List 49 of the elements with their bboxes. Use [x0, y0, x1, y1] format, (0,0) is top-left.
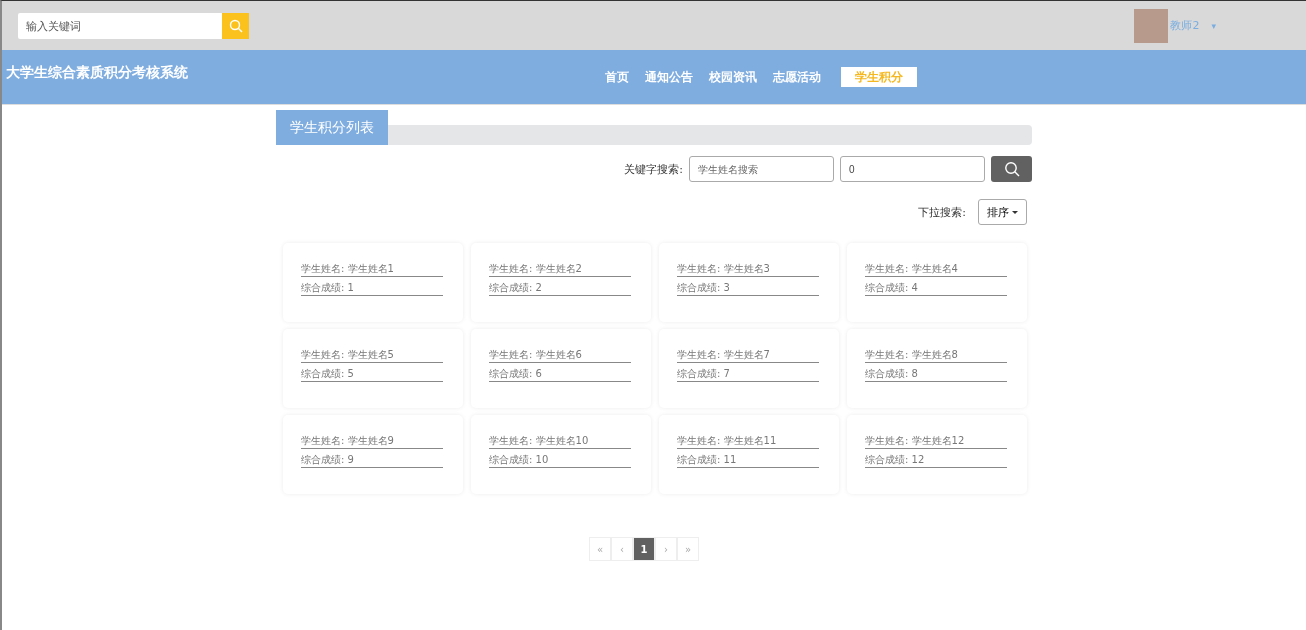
student-card[interactable]: 学生姓名: 学生姓名7 综合成绩: 7 — [659, 329, 839, 408]
card-text: 学生姓名: 学生姓名10 — [489, 434, 631, 449]
card-text: 学生姓名: 学生姓名4 — [865, 262, 1007, 277]
card-text: 综合成绩: 3 — [677, 281, 819, 296]
card-text: 综合成绩: 5 — [301, 367, 443, 382]
card-text: 学生姓名: 学生姓名11 — [677, 434, 819, 449]
card-text: 综合成绩: 2 — [489, 281, 631, 296]
card-text: 学生姓名: 学生姓名7 — [677, 348, 819, 363]
card-text: 综合成绩: 7 — [677, 367, 819, 382]
panel-title: 学生积分列表 — [276, 110, 388, 145]
dropdown-label: 下拉搜索: — [918, 204, 966, 220]
card-text: 学生姓名: 学生姓名9 — [301, 434, 443, 449]
card-text: 学生姓名: 学生姓名1 — [301, 262, 443, 277]
student-card[interactable]: 学生姓名: 学生姓名4 综合成绩: 4 — [847, 243, 1027, 322]
card-text: 学生姓名: 学生姓名2 — [489, 262, 631, 277]
student-card[interactable]: 学生姓名: 学生姓名9 综合成绩: 9 — [283, 415, 463, 494]
student-card[interactable]: 学生姓名: 学生姓名6 综合成绩: 6 — [471, 329, 651, 408]
student-card[interactable]: 学生姓名: 学生姓名5 综合成绩: 5 — [283, 329, 463, 408]
card-text: 综合成绩: 12 — [865, 453, 1007, 468]
card-text: 学生姓名: 学生姓名3 — [677, 262, 819, 277]
card-text: 综合成绩: 9 — [301, 453, 443, 468]
page-link[interactable]: 1 — [633, 537, 655, 561]
student-card[interactable]: 学生姓名: 学生姓名11 综合成绩: 11 — [659, 415, 839, 494]
student-card[interactable]: 学生姓名: 学生姓名10 综合成绩: 10 — [471, 415, 651, 494]
search-field[interactable]: 输入关键词 — [18, 12, 222, 39]
card-text: 综合成绩: 6 — [489, 367, 631, 382]
student-card[interactable]: 学生姓名: 学生姓名1 综合成绩: 1 — [283, 243, 463, 322]
card-text: 学生姓名: 学生姓名5 — [301, 348, 443, 363]
score-search-field[interactable]: 0 — [840, 156, 985, 182]
name-search-field[interactable]: 学生姓名搜索 — [689, 156, 834, 182]
student-card[interactable]: 学生姓名: 学生姓名2 综合成绩: 2 — [471, 243, 651, 322]
search-icon — [1003, 161, 1020, 177]
student-card[interactable]: 学生姓名: 学生姓名3 综合成绩: 3 — [659, 243, 839, 322]
card-text: 综合成绩: 10 — [489, 453, 631, 468]
search-button[interactable] — [991, 156, 1032, 182]
card-text: 学生姓名: 学生姓名6 — [489, 348, 631, 363]
card-text: 综合成绩: 8 — [865, 367, 1007, 382]
search-icon — [228, 18, 243, 33]
sort-dropdown[interactable]: 排序 — [978, 199, 1027, 225]
card-text: 综合成绩: 11 — [677, 453, 819, 468]
student-card[interactable]: 学生姓名: 学生姓名8 综合成绩: 8 — [847, 329, 1027, 408]
card-text: 综合成绩: 1 — [301, 281, 443, 296]
student-card[interactable]: 学生姓名: 学生姓名12 综合成绩: 12 — [847, 415, 1027, 494]
site-title: 大学生综合素质积分考核系统 — [5, 63, 188, 82]
card-text: 综合成绩: 4 — [865, 281, 1007, 296]
card-text: 学生姓名: 学生姓名8 — [865, 348, 1007, 363]
search-label: 关键字搜索: — [624, 161, 683, 177]
card-text: 学生姓名: 学生姓名12 — [865, 434, 1007, 449]
avatar-photo-placeholder[interactable] — [1134, 8, 1169, 43]
